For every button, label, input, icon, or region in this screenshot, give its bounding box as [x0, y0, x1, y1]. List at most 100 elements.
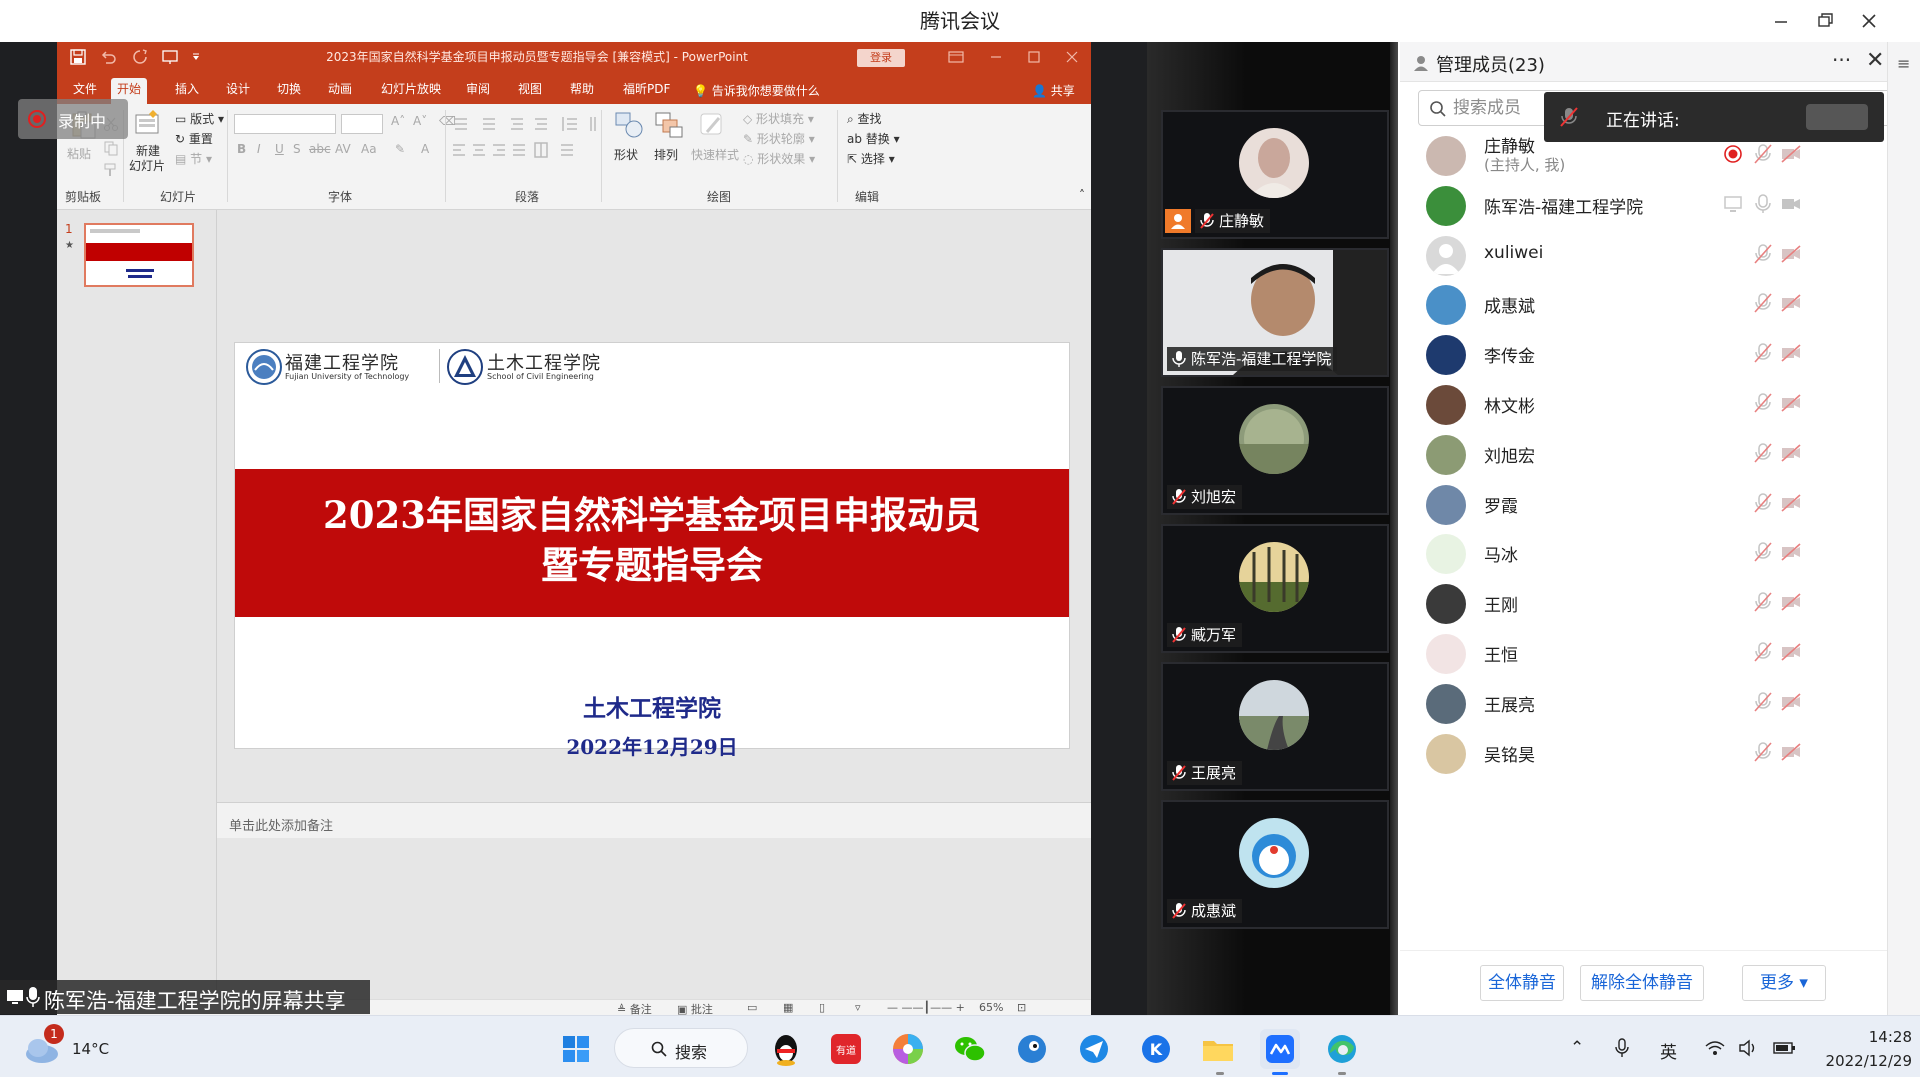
member-row[interactable]: 林文彬 [1400, 379, 1887, 429]
tab-foxit-pdf[interactable]: 福昕PDF [617, 78, 676, 104]
normal-view-icon[interactable]: ▭ [747, 1001, 757, 1014]
clock-date[interactable]: 2022/12/29 [1816, 1052, 1912, 1070]
copy-icon[interactable] [103, 140, 119, 156]
mic-muted-icon[interactable] [1752, 342, 1774, 364]
format-painter-icon[interactable] [103, 162, 119, 178]
file-explorer-app[interactable] [1198, 1029, 1238, 1069]
customize-toolbar-icon[interactable] [187, 48, 205, 66]
battery-icon[interactable] [1772, 1038, 1798, 1058]
tab-transitions[interactable]: 切换 [271, 78, 307, 104]
slide-thumbnail[interactable] [84, 223, 194, 287]
quick-styles-icon[interactable] [697, 110, 729, 140]
taskbar-search[interactable]: 搜索 [614, 1028, 748, 1068]
layout-button[interactable]: ▭ 版式 ▾ [175, 110, 224, 127]
start-slideshow-icon[interactable] [161, 48, 179, 66]
member-row[interactable]: xuliwei [1400, 230, 1887, 280]
mic-muted-icon[interactable] [1752, 591, 1774, 613]
mic-muted-icon[interactable] [1752, 143, 1774, 165]
ppt-minimize-icon[interactable] [987, 48, 1005, 66]
video-tile[interactable]: 臧万军 [1161, 524, 1389, 653]
mute-all-button[interactable]: 全体静音 [1480, 965, 1564, 1001]
align-buttons-icon[interactable] [451, 140, 601, 160]
mic-muted-icon[interactable] [1752, 492, 1774, 514]
video-tile[interactable]: 陈军浩-福建工程学院 [1161, 248, 1389, 377]
member-row[interactable]: 马冰 [1400, 528, 1887, 578]
italic-icon[interactable]: I [257, 142, 261, 156]
select-button[interactable]: ⇱ 选择 ▾ [847, 150, 895, 167]
tab-animations[interactable]: 动画 [322, 78, 358, 104]
unmute-all-button[interactable]: 解除全体静音 [1580, 965, 1704, 1001]
panel-close-icon[interactable]: ✕ [1866, 48, 1884, 73]
clock-time[interactable]: 14:28 [1816, 1028, 1912, 1046]
reading-view-icon[interactable]: ▯ [819, 1001, 825, 1014]
redo-icon[interactable] [131, 48, 149, 66]
wifi-icon[interactable] [1704, 1040, 1726, 1056]
video-tile[interactable]: 成惠斌 [1161, 800, 1389, 929]
tab-review[interactable]: 审阅 [460, 78, 496, 104]
qq-app[interactable] [766, 1029, 806, 1069]
list-buttons-icon[interactable] [451, 114, 601, 134]
youdao-app[interactable]: 有道 [826, 1029, 866, 1069]
strikethrough-icon[interactable]: abc [309, 142, 331, 156]
camera-off-icon[interactable] [1780, 342, 1802, 364]
reset-button[interactable]: ↻ 重置 [175, 130, 213, 147]
panel-more-icon[interactable]: ··· [1832, 48, 1851, 72]
mic-icon[interactable] [1752, 193, 1774, 215]
edge-app[interactable] [1322, 1029, 1362, 1069]
member-row[interactable]: 王刚 [1400, 578, 1887, 628]
shapes-icon[interactable] [613, 110, 645, 140]
mic-muted-icon[interactable] [1752, 243, 1774, 265]
photos-app[interactable] [888, 1029, 928, 1069]
section-button[interactable]: ▤ 节 ▾ [175, 150, 212, 167]
mic-muted-icon[interactable] [1752, 741, 1774, 763]
mic-muted-icon[interactable] [1752, 691, 1774, 713]
member-row[interactable]: 吴铭昊 [1400, 728, 1887, 778]
temperature[interactable]: 14°C [72, 1040, 109, 1058]
sorter-view-icon[interactable]: ▦ [783, 1001, 793, 1014]
font-size-dropdown[interactable] [341, 114, 383, 134]
ppt-maximize-icon[interactable] [1025, 48, 1043, 66]
font-name-dropdown[interactable] [234, 114, 336, 134]
camera-off-icon[interactable] [1780, 243, 1802, 265]
wechat-app[interactable] [950, 1029, 990, 1069]
ppt-share-button[interactable]: 👤 共享 [1032, 82, 1075, 99]
close-window-button[interactable] [1852, 6, 1886, 36]
shape-effects-button[interactable]: ◌ 形状效果 ▾ [743, 150, 815, 167]
member-row[interactable]: 王展亮 [1400, 678, 1887, 728]
start-button[interactable] [556, 1029, 596, 1069]
zoom-slider[interactable]: — ——┃—— + [887, 1001, 965, 1014]
tell-me-box[interactable]: 💡 告诉我你想要做什么 [693, 82, 820, 99]
member-row[interactable]: 陈军浩-福建工程学院 [1400, 180, 1887, 230]
underline-icon[interactable]: U [275, 142, 284, 156]
video-tile[interactable]: 王展亮 [1161, 662, 1389, 791]
mic-muted-icon[interactable] [1752, 292, 1774, 314]
bird-app[interactable] [1012, 1029, 1052, 1069]
font-color-icon[interactable]: A [421, 142, 429, 156]
find-button[interactable]: ⌕ 查找 [847, 110, 882, 127]
camera-off-icon[interactable] [1780, 641, 1802, 663]
tencent-meeting-app[interactable] [1260, 1029, 1300, 1069]
change-case-icon[interactable]: Aa [361, 142, 377, 156]
save-icon[interactable] [69, 48, 87, 66]
recording-badge[interactable]: 录制中 [18, 99, 128, 139]
tab-insert[interactable]: 插入 [169, 78, 205, 104]
camera-off-icon[interactable] [1780, 741, 1802, 763]
shape-outline-button[interactable]: ✎ 形状轮廓 ▾ [743, 130, 815, 147]
mic-muted-icon[interactable] [1752, 392, 1774, 414]
bold-icon[interactable]: B [237, 142, 246, 156]
ribbon-display-icon[interactable] [947, 48, 965, 66]
volume-icon[interactable] [1738, 1038, 1760, 1058]
member-row[interactable]: 成惠斌 [1400, 279, 1887, 329]
tray-overflow-icon[interactable]: ⌃ [1570, 1038, 1584, 1058]
shape-fill-button[interactable]: ◇ 形状填充 ▾ [743, 110, 814, 127]
camera-off-icon[interactable] [1780, 143, 1802, 165]
camera-off-icon[interactable] [1780, 591, 1802, 613]
slide-canvas[interactable]: 福建工程学院 Fujian University of Technology 土… [234, 342, 1070, 759]
tab-view[interactable]: 视图 [512, 78, 548, 104]
ime-indicator[interactable]: 英 [1660, 1038, 1677, 1063]
camera-off-icon[interactable] [1780, 691, 1802, 713]
tab-help[interactable]: 帮助 [564, 78, 600, 104]
ppt-close-icon[interactable] [1063, 48, 1081, 66]
camera-off-icon[interactable] [1780, 442, 1802, 464]
camera-off-icon[interactable] [1780, 392, 1802, 414]
